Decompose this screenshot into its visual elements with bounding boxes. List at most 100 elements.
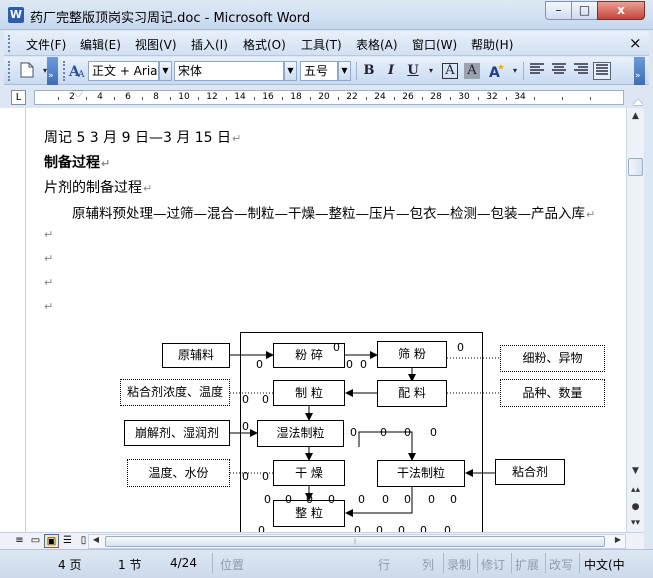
horizontal-scrollbar-thumb[interactable]: ⦙ [105, 536, 605, 547]
outline-view-icon[interactable]: ☰ [60, 534, 75, 548]
font-size-combo[interactable]: 五号 [300, 61, 338, 81]
minimize-button[interactable]: – [545, 1, 572, 20]
menu-window[interactable]: 窗口(W) [412, 36, 457, 53]
ruler-number: 12 [206, 92, 218, 102]
maximize-button[interactable]: □ [571, 1, 598, 20]
next-page-icon[interactable]: ▾▾ [627, 515, 644, 532]
flow-box-dry-granulation[interactable]: 干法制粒 [377, 460, 465, 487]
align-right-icon[interactable] [572, 62, 590, 80]
toolbar-grip[interactable] [8, 61, 11, 81]
close-button[interactable]: x [597, 1, 645, 20]
menu-help[interactable]: 帮助(H) [471, 36, 513, 53]
menu-format[interactable]: 格式(O) [243, 36, 286, 53]
toolbar-options-chevron-icon-2[interactable] [634, 57, 645, 85]
ruler-number: 14 [234, 92, 246, 102]
toolbar-options-chevron-icon[interactable] [47, 57, 58, 85]
character-shading-button[interactable]: A [464, 63, 480, 79]
previous-page-icon[interactable]: ▴▴ [627, 482, 644, 499]
text-effects-dropdown-icon[interactable]: ▾ [506, 62, 524, 80]
menu-insert[interactable]: 插入(I) [191, 36, 228, 53]
status-page-count[interactable]: 4/24 [170, 556, 197, 570]
scrollbar-thumb[interactable] [628, 158, 643, 176]
menu-file[interactable]: 文件(F) [26, 36, 66, 53]
flow-box-binder[interactable]: 粘合剂 [495, 459, 565, 485]
menu-view[interactable]: 视图(V) [135, 36, 177, 53]
menubar-grip[interactable] [8, 35, 11, 52]
right-indent-marker[interactable] [633, 99, 643, 105]
font-combo[interactable]: 宋体 [174, 61, 284, 81]
ruler-tick [310, 97, 311, 100]
document-area[interactable]: 周记 5 3 月 9 日—3 月 15 日↵ 制备过程↵ 片剂的制备过程↵ 原辅… [0, 108, 626, 532]
zero-marker: 0 [262, 393, 269, 406]
status-position[interactable]: 位置 [220, 556, 244, 573]
status-track-changes[interactable]: 修订 [481, 556, 505, 573]
horizontal-ruler[interactable]: 2 4 6 8 10 12 14 16 18 20 22 24 26 28 30… [34, 90, 643, 105]
new-document-icon[interactable] [18, 62, 36, 80]
flow-box-disintegrant[interactable]: 崩解剂、湿润剂 [124, 420, 230, 446]
word-app-icon[interactable]: W [8, 7, 24, 23]
scroll-right-icon[interactable]: ▶ [611, 533, 625, 547]
flow-box-binder-concentration[interactable]: 粘合剂浓度、温度 [120, 379, 230, 406]
italic-button[interactable]: I [382, 62, 400, 80]
style-dropdown-icon[interactable]: ▼ [159, 61, 172, 81]
ruler-tick [114, 97, 115, 100]
ruler-number: 20 [318, 92, 330, 102]
ruler-number: 30 [458, 92, 470, 102]
status-page[interactable]: 4 页 [58, 556, 81, 573]
ruler-tick [226, 97, 227, 100]
status-separator [212, 553, 213, 573]
toolbar-grip-2[interactable] [63, 61, 66, 81]
ruler-row: L 2 4 6 8 10 12 14 16 18 20 22 24 26 28 … [0, 86, 653, 108]
select-browse-object-icon[interactable]: ● [627, 499, 644, 516]
menu-tools[interactable]: 工具(T) [301, 36, 342, 53]
font-dropdown-icon[interactable]: ▼ [284, 61, 297, 81]
scroll-left-icon[interactable]: ◀ [89, 533, 103, 547]
flow-box-raw-material[interactable]: 原辅料 [162, 343, 230, 368]
formatting-toolbar: ▾ AA 正文 + Aria ▼ 宋体 ▼ 五号 ▼ B I U ▾ A A A… [4, 57, 649, 85]
flow-box-sieve[interactable]: 筛 粉 [377, 341, 447, 368]
horizontal-scrollbar[interactable]: ◀ ⦙ ▶ [88, 534, 626, 549]
underline-button[interactable]: U [404, 62, 422, 80]
flow-box-fine-powder[interactable]: 细粉、异物 [500, 345, 605, 372]
ruler-tick [450, 97, 451, 100]
scroll-up-icon[interactable]: ▲ [627, 108, 644, 125]
bold-button[interactable]: B [360, 62, 378, 80]
underline-dropdown-icon[interactable]: ▾ [422, 62, 440, 80]
menu-table[interactable]: 表格(A) [356, 36, 398, 53]
ruler-tick [478, 97, 479, 100]
flow-box-dry[interactable]: 干 燥 [273, 460, 345, 486]
align-center-icon[interactable] [550, 62, 568, 80]
menu-edit[interactable]: 编辑(E) [80, 36, 121, 53]
document-close-icon[interactable]: × [629, 34, 642, 52]
styles-formatting-icon[interactable]: AA [68, 62, 86, 80]
vertical-scrollbar[interactable]: ▲ ▼ ▴▴ ● ▾▾ [626, 108, 644, 532]
ruler-tick [534, 97, 535, 100]
character-border-button[interactable]: A [442, 63, 458, 79]
status-extend[interactable]: 扩展 [515, 556, 539, 573]
print-layout-view-icon[interactable]: ▣ [44, 534, 59, 548]
flow-box-variety-quantity[interactable]: 品种、数量 [500, 379, 605, 407]
status-column[interactable]: 列 [422, 556, 434, 573]
ruler-number: 18 [290, 92, 302, 102]
style-combo[interactable]: 正文 + Aria [88, 61, 159, 81]
justify-icon[interactable] [593, 62, 611, 80]
status-line[interactable]: 行 [378, 556, 390, 573]
tab-selector-button[interactable]: L [11, 90, 26, 105]
flow-box-wet-granulation[interactable]: 湿法制粒 [257, 420, 344, 447]
text-effects-icon[interactable]: A [487, 62, 505, 81]
status-language[interactable]: 中文(中 [584, 556, 625, 573]
status-section[interactable]: 1 节 [118, 556, 141, 573]
flow-box-mix[interactable]: 配 料 [377, 380, 447, 407]
flow-box-temp-moisture[interactable]: 温度、水份 [127, 459, 230, 487]
align-left-icon[interactable] [528, 62, 546, 80]
ruler-tick [282, 97, 283, 100]
status-overtype[interactable]: 改写 [549, 556, 573, 573]
font-size-dropdown-icon[interactable]: ▼ [338, 61, 351, 81]
flow-box-granulate[interactable]: 制 粒 [273, 380, 345, 406]
scroll-down-icon[interactable]: ▼ [627, 463, 644, 480]
ruler-number: 24 [374, 92, 386, 102]
normal-view-icon[interactable]: ≡ [12, 534, 27, 548]
zero-marker: 0 [350, 426, 357, 439]
status-record-macro[interactable]: 录制 [447, 556, 471, 573]
web-layout-view-icon[interactable]: ▭ [28, 534, 43, 548]
